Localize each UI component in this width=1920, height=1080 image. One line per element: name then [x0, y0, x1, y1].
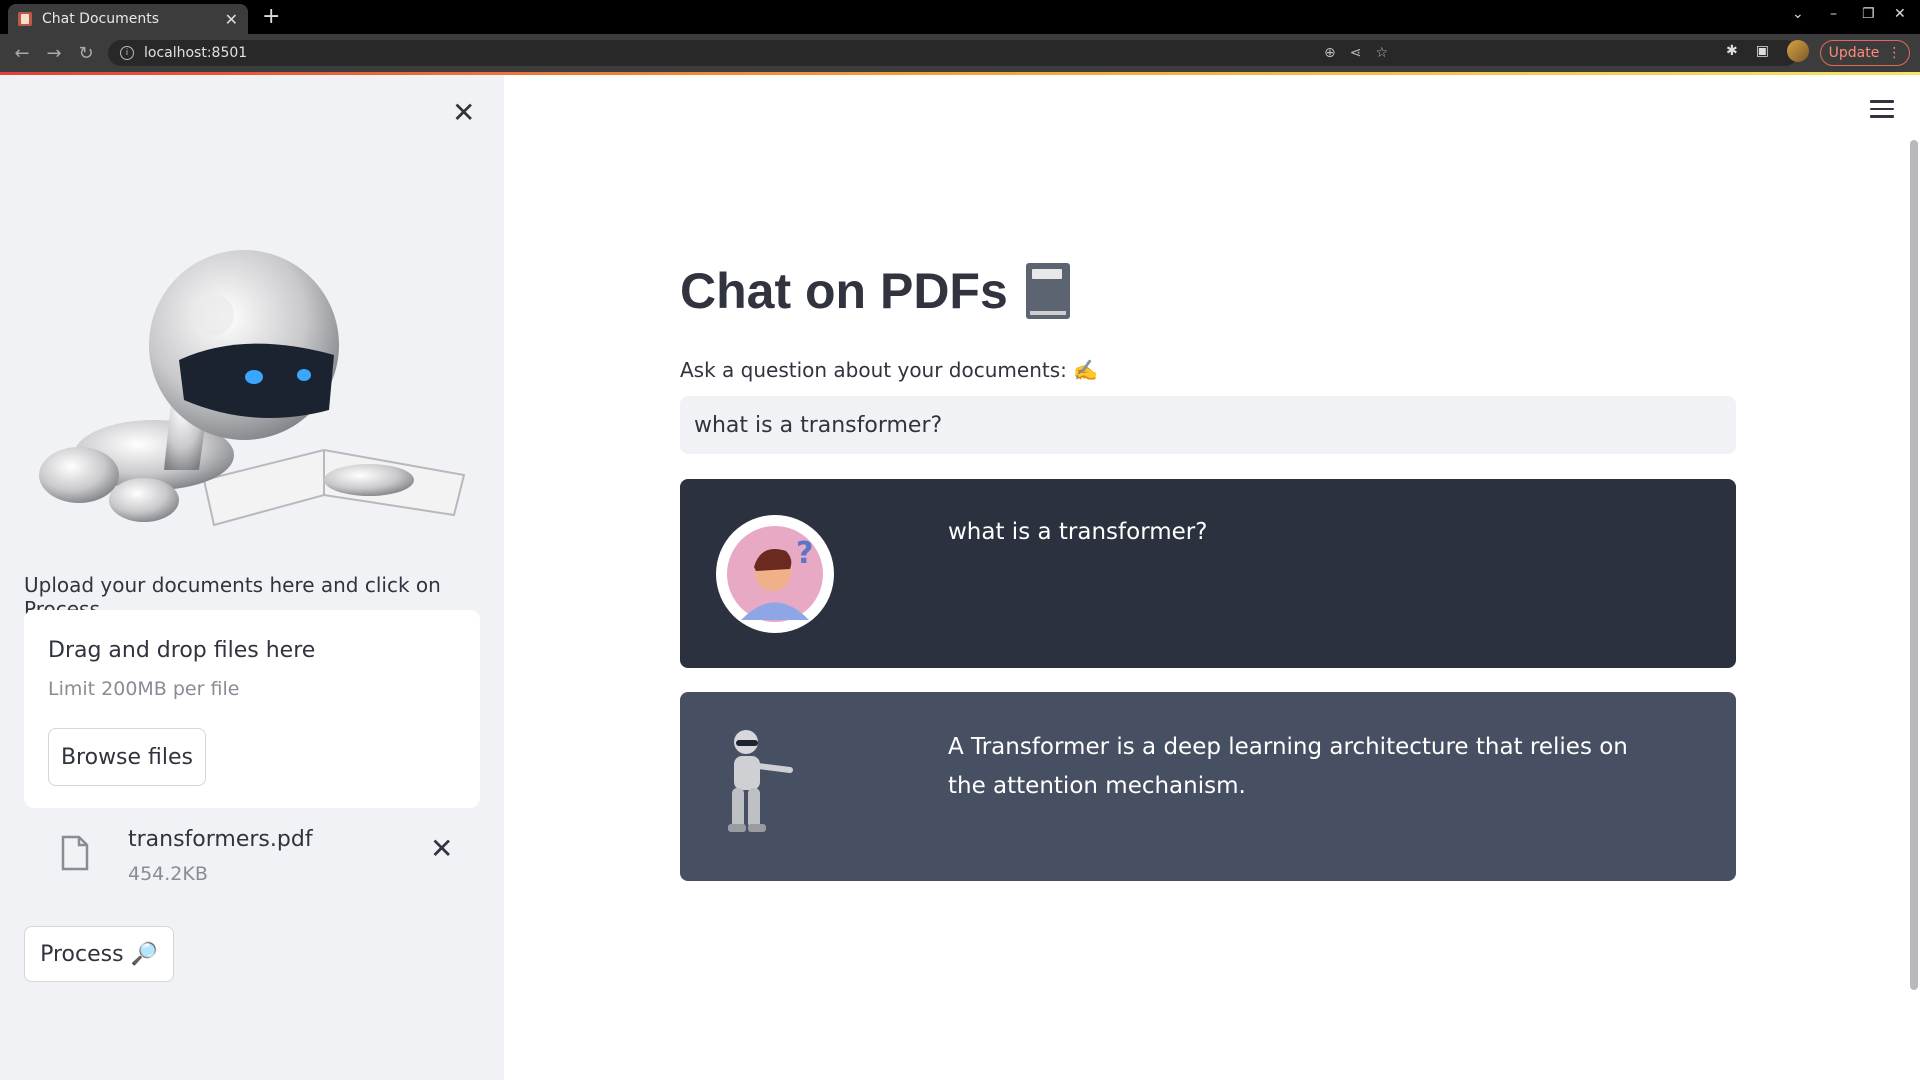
page-title-row: Chat on PDFs — [680, 262, 1070, 320]
question-label: Ask a question about your documents: ✍️ — [680, 358, 1099, 382]
file-dropzone[interactable]: Drag and drop files here Limit 200MB per… — [24, 610, 480, 808]
bookmark-star-icon[interactable]: ☆ — [1375, 45, 1388, 61]
browser-tab[interactable]: Chat Documents ✕ — [8, 4, 248, 34]
minimize-icon[interactable]: – — [1830, 6, 1837, 22]
side-panel-icon[interactable]: ▣ — [1756, 43, 1769, 59]
forward-icon[interactable]: → — [38, 43, 70, 64]
tab-title: Chat Documents — [42, 11, 159, 27]
new-tab-icon[interactable]: + — [262, 4, 280, 30]
file-size: 454.2KB — [128, 863, 208, 885]
robot-reading-illustration — [39, 250, 466, 527]
user-message-text: what is a transformer? — [948, 519, 1208, 545]
document-icon — [61, 835, 89, 871]
remove-file-icon[interactable]: ✕ — [430, 835, 453, 863]
tab-favicon-icon — [18, 12, 32, 26]
update-label: Update — [1828, 45, 1880, 61]
site-info-icon[interactable]: i — [120, 46, 134, 60]
bot-avatar — [728, 730, 793, 832]
tab-close-icon[interactable]: ✕ — [225, 10, 238, 29]
update-button[interactable]: Update ⋮ — [1820, 40, 1910, 66]
dropzone-limit: Limit 200MB per file — [48, 678, 240, 700]
question-input[interactable] — [680, 396, 1736, 454]
uploaded-file-row: transformers.pdf 454.2KB ✕ — [24, 823, 480, 893]
restore-icon[interactable]: ❐ — [1862, 6, 1875, 22]
notebook-icon — [1025, 263, 1070, 319]
tab-search-icon[interactable]: ⌄ — [1792, 6, 1804, 22]
page-title: Chat on PDFs — [680, 263, 1008, 319]
extensions-icon[interactable]: ✱ — [1726, 43, 1738, 59]
file-name: transformers.pdf — [128, 827, 313, 852]
dropzone-title: Drag and drop files here — [48, 638, 316, 663]
sidebar-close-icon[interactable]: ✕ — [452, 99, 475, 127]
bot-message-text: A Transformer is a deep learning archite… — [948, 734, 1628, 799]
user-avatar: ? — [716, 515, 834, 633]
process-button[interactable]: Process 🔎 — [24, 926, 174, 982]
scrollbar[interactable] — [1910, 140, 1918, 990]
share-icon[interactable]: ⋖ — [1350, 45, 1362, 61]
window-close-icon[interactable]: ✕ — [1894, 6, 1906, 22]
main-menu-icon[interactable] — [1870, 100, 1894, 123]
address-bar: ← → ↻ i localhost:8501 ⊕ ⋖ ☆ — [0, 34, 1920, 72]
profile-avatar[interactable] — [1786, 40, 1809, 62]
url-field[interactable]: i localhost:8501 ⊕ ⋖ ☆ — [108, 40, 1798, 66]
reload-icon[interactable]: ↻ — [70, 43, 102, 64]
bot-message: A Transformer is a deep learning archite… — [680, 692, 1736, 881]
sidebar: ✕ Upload your documents here and click o… — [0, 75, 504, 1080]
back-icon[interactable]: ← — [6, 43, 38, 64]
more-menu-icon: ⋮ — [1887, 45, 1902, 61]
svg-text:?: ? — [796, 536, 813, 571]
url-text: localhost:8501 — [144, 45, 248, 61]
user-message: ? what is a transformer? — [680, 479, 1736, 668]
zoom-icon[interactable]: ⊕ — [1324, 45, 1336, 61]
browse-files-button[interactable]: Browse files — [48, 728, 206, 786]
browser-tab-bar: Chat Documents ✕ + ⌄ – ❐ ✕ — [0, 0, 1920, 34]
